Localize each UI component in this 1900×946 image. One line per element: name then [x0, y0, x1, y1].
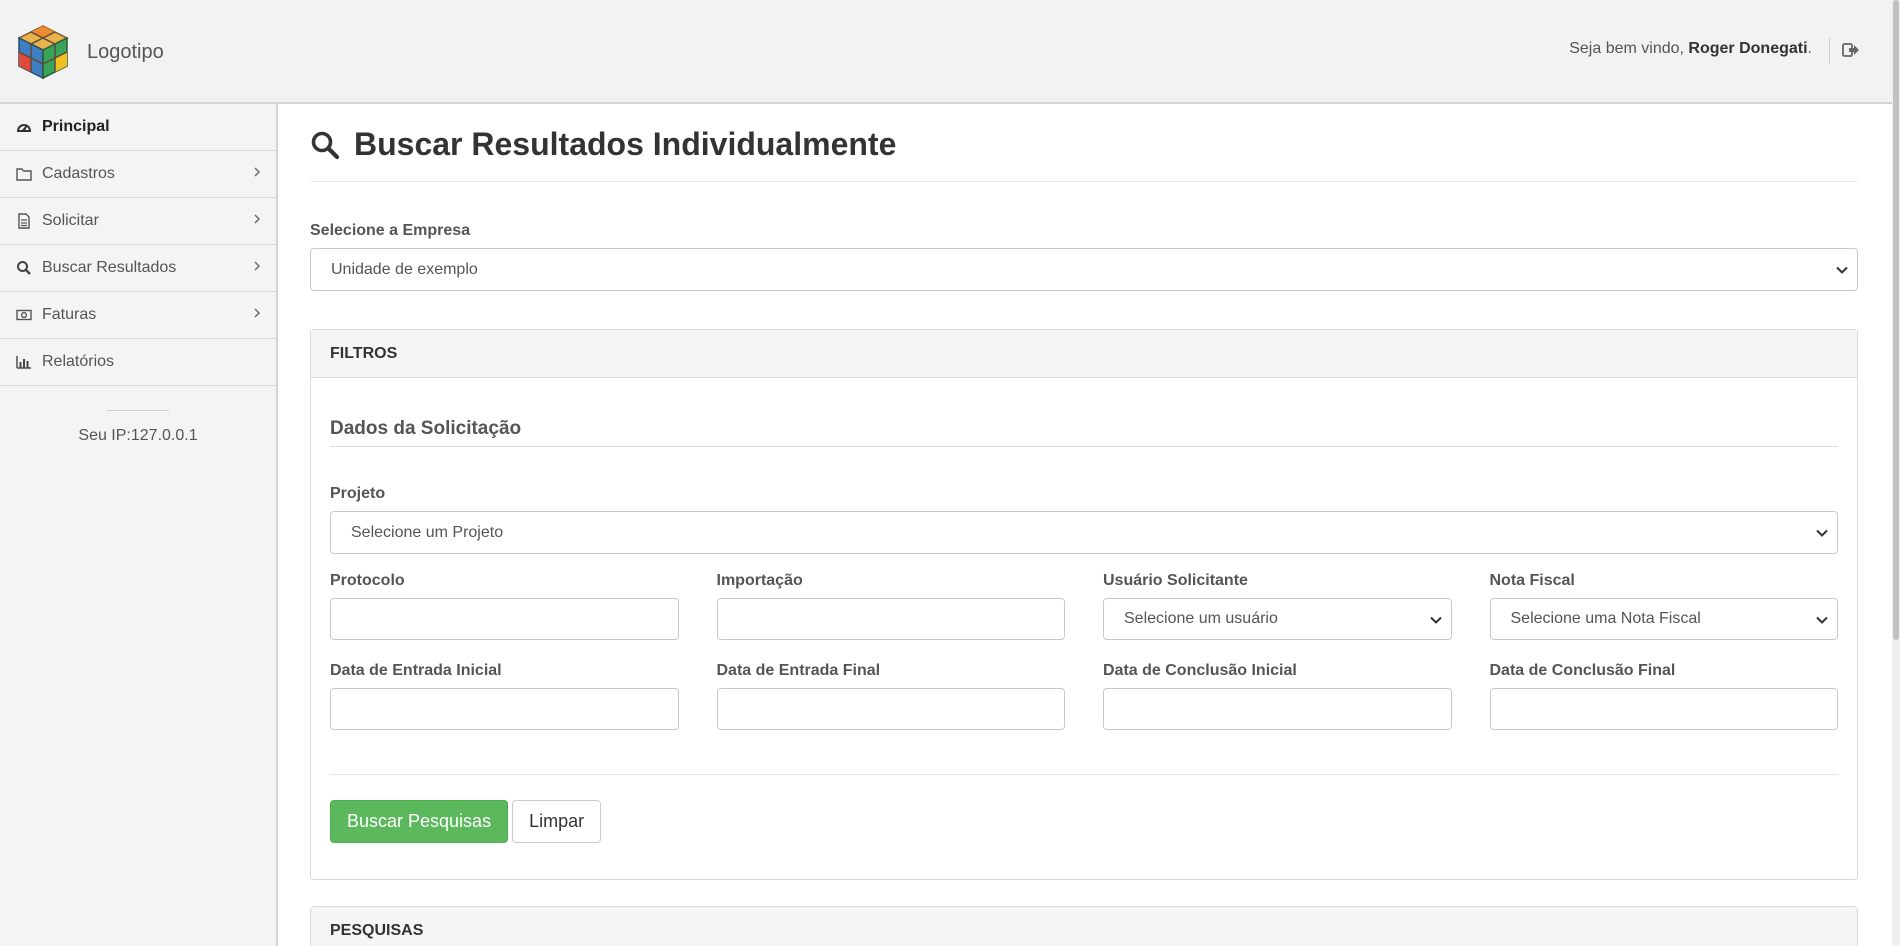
entrada-inicial-group: Data de Entrada Inicial: [330, 662, 679, 730]
protocolo-label: Protocolo: [330, 572, 405, 589]
logo[interactable]: Logotipo: [15, 24, 164, 80]
filter-actions: Buscar Pesquisas Limpar: [330, 800, 1838, 843]
sidebar-item-label: Cadastros: [42, 165, 115, 182]
projeto-group: Projeto Selecione um Projeto: [330, 485, 1838, 554]
page-title: Buscar Resultados Individualmente: [354, 126, 897, 162]
main-content: Buscar Resultados Individualmente Seleci…: [310, 104, 1858, 946]
nota-fiscal-select[interactable]: Selecione uma Nota Fiscal: [1489, 598, 1838, 640]
logo-text: Logotipo: [87, 40, 164, 63]
importacao-group: Importação: [716, 572, 1065, 640]
document-icon: [18, 213, 30, 229]
chevron-down-icon: [1816, 616, 1828, 624]
conclusao-final-group: Data de Conclusão Final: [1489, 662, 1838, 730]
divider: [330, 774, 1838, 775]
chevron-down-icon: [1836, 266, 1848, 274]
dashboard-icon: [16, 124, 32, 132]
page-header: Buscar Resultados Individualmente: [310, 104, 1858, 182]
entrada-inicial-input[interactable]: [330, 688, 679, 730]
usuario-selected-value: Selecione um usuário: [1124, 610, 1278, 627]
topbar-divider: [1829, 38, 1830, 64]
cube-logo-icon: [17, 25, 69, 80]
empresa-selected-value: Unidade de exemplo: [331, 260, 478, 278]
conclusao-inicial-group: Data de Conclusão Inicial: [1103, 662, 1452, 730]
welcome-message: Seja bem vindo, Roger Donegati.: [1569, 40, 1812, 58]
sidebar-item-label: Faturas: [42, 306, 97, 323]
projeto-selected-value: Selecione um Projeto: [351, 523, 504, 541]
sidebar-item-cadastros[interactable]: Cadastros: [0, 151, 276, 198]
search-icon: [311, 131, 340, 159]
user-name: Roger Donegati: [1688, 40, 1808, 57]
chevron-right-icon: [254, 308, 260, 318]
chevron-down-icon: [1429, 616, 1442, 624]
nota-fiscal-group: Nota Fiscal Selecione uma Nota Fiscal: [1489, 572, 1838, 640]
sidebar-item-label: Buscar Resultados: [42, 259, 177, 276]
sidebar-item-faturas[interactable]: Faturas: [0, 292, 276, 339]
sidebar-separator: [107, 410, 169, 411]
clear-button[interactable]: Limpar: [512, 800, 602, 843]
entrada-inicial-label: Data de Entrada Inicial: [330, 662, 502, 679]
importacao-label: Importação: [716, 572, 803, 589]
sidebar-item-label: Principal: [42, 118, 110, 135]
sidebar-item-label: Relatórios: [42, 353, 115, 370]
sidebar-item-buscar-resultados[interactable]: Buscar Resultados: [0, 245, 276, 292]
filters-panel: FILTROS Dados da Solicitação Projeto Sel…: [310, 329, 1858, 880]
empresa-select[interactable]: Unidade de exemplo: [310, 248, 1858, 291]
logout-icon[interactable]: [1842, 42, 1860, 58]
filters-grid: Protocolo Importação Usuário Solicitante…: [330, 572, 1838, 730]
top-bar: Logotipo Seja bem vindo, Roger Donegati.: [0, 0, 1892, 104]
projeto-label: Projeto: [330, 485, 386, 502]
sidebar-item-label: Solicitar: [42, 212, 99, 229]
sidebar-item-solicitar[interactable]: Solicitar: [0, 198, 276, 245]
sidebar-item-relatorios[interactable]: Relatórios: [0, 339, 276, 386]
results-panel-title: PESQUISAS: [311, 907, 1857, 946]
chevron-right-icon: [254, 214, 260, 224]
search-button[interactable]: Buscar Pesquisas: [330, 800, 509, 843]
scrollbar[interactable]: [1892, 0, 1900, 946]
protocolo-group: Protocolo: [330, 572, 679, 640]
usuario-group: Usuário Solicitante Selecione um usuário: [1103, 572, 1452, 640]
nota-fiscal-selected-value: Selecione uma Nota Fiscal: [1510, 610, 1701, 627]
section-legend: Dados da Solicitação: [330, 418, 1838, 447]
empresa-label: Selecione a Empresa: [310, 222, 471, 239]
chevron-down-icon: [1816, 529, 1828, 537]
entrada-final-input[interactable]: [716, 688, 1065, 730]
ip-address: Seu IP:127.0.0.1: [78, 427, 198, 444]
welcome-suffix: .: [1807, 40, 1812, 57]
usuario-label: Usuário Solicitante: [1103, 572, 1248, 589]
scrollbar-thumb[interactable]: [1893, 0, 1899, 640]
search-icon: [17, 261, 31, 275]
conclusao-inicial-input[interactable]: [1103, 688, 1452, 730]
entrada-final-label: Data de Entrada Final: [716, 662, 881, 679]
filters-panel-title: FILTROS: [311, 330, 1857, 378]
chevron-right-icon: [254, 261, 260, 271]
usuario-select[interactable]: Selecione um usuário: [1103, 598, 1452, 640]
results-panel: PESQUISAS: [310, 906, 1858, 946]
sidebar-item-principal[interactable]: Principal: [0, 104, 276, 151]
filters-panel-body: Dados da Solicitação Projeto Selecione u…: [311, 418, 1857, 879]
entrada-final-group: Data de Entrada Final: [716, 662, 1065, 730]
conclusao-inicial-label: Data de Conclusão Inicial: [1103, 662, 1297, 679]
nota-fiscal-label: Nota Fiscal: [1489, 572, 1575, 589]
conclusao-final-label: Data de Conclusão Final: [1489, 662, 1676, 679]
importacao-input[interactable]: [716, 598, 1065, 640]
bar-chart-icon: [16, 356, 31, 369]
projeto-select[interactable]: Selecione um Projeto: [330, 511, 1838, 554]
empresa-group: Selecione a Empresa Unidade de exemplo: [310, 222, 1858, 291]
money-icon: [16, 309, 32, 321]
sidebar: Principal Cadastros Solicitar Buscar Res…: [0, 104, 278, 946]
chevron-right-icon: [254, 167, 260, 177]
protocolo-input[interactable]: [330, 598, 679, 640]
folder-icon: [16, 168, 32, 181]
conclusao-final-input[interactable]: [1489, 688, 1838, 730]
welcome-prefix: Seja bem vindo,: [1569, 40, 1689, 57]
